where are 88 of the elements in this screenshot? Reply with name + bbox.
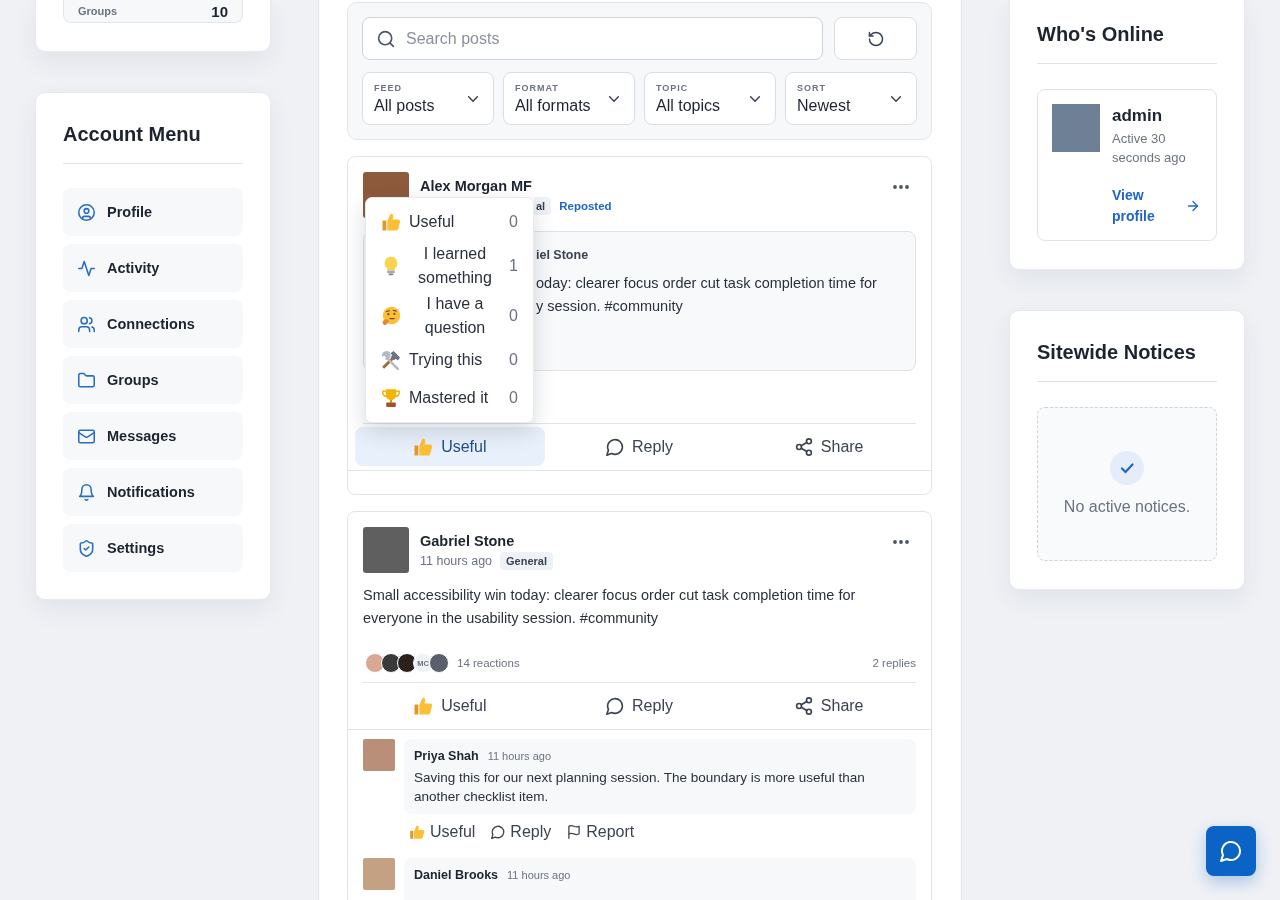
comment-text: Saving this for our next planning session. The boundary is more useful than another checklist item. [414,769,866,806]
view-profile-link[interactable]: View profile [1112,185,1202,227]
thumbs-up-icon [413,695,434,716]
menu-item[interactable]: Notifications [63,468,243,516]
user-circle-icon [78,203,95,221]
hammer-wrench-icon [381,350,401,370]
comment-author: Priya Shah [414,748,479,764]
bell-icon [78,483,95,501]
filter-dropdown[interactable]: FORMAT All formats [503,72,635,125]
stat-label: Groups [78,5,118,17]
report-button[interactable]: Report [567,820,635,844]
card-title: Sitewide Notices [1037,340,1197,364]
avatar-photo [363,858,395,890]
post-time: 11 hours ago [420,554,493,568]
empty-state-text: No active notices. [1063,497,1191,517]
avatar-photo [363,739,395,771]
thumbs-up-icon [381,212,401,232]
ellipsis-icon [893,185,909,189]
share-icon [794,696,813,715]
reactor-avatar [365,653,385,673]
share-button[interactable]: Share [734,686,924,725]
reaction-option[interactable]: Mastered it 0 [366,379,533,417]
quote-text: y session. #community [536,297,684,316]
useful-button[interactable]: Useful [409,820,476,844]
category-tag: al [534,197,552,215]
speech-bubble-icon [606,437,625,456]
quote-text: oday: clearer focus order cut task completion time for [536,274,878,293]
arrow-right-icon [1186,199,1200,213]
speech-bubble-icon [1220,840,1242,862]
filter-dropdown[interactable]: FEED All posts [362,72,494,125]
search-field[interactable]: Search posts [362,17,823,60]
author-name: Gabriel Stone [420,532,516,550]
reactor-avatar [397,653,417,673]
reactor-avatar [381,653,401,673]
share-button[interactable]: Share [734,427,924,466]
menu-item[interactable]: Connections [63,300,243,348]
repost-label: Reposted [559,200,612,212]
refresh-icon [867,30,884,47]
reply-button[interactable]: Reply [544,686,735,725]
check-icon [1110,451,1144,485]
thumbs-up-icon [409,824,425,840]
search-icon [377,29,395,48]
card-title: Account Menu [63,122,202,146]
reaction-option[interactable]: Useful 0 [366,203,533,241]
speech-bubble-icon [606,696,625,715]
shield-check-icon [78,539,95,557]
chat-button[interactable] [1206,826,1256,876]
reply-button[interactable]: Reply [544,427,735,466]
quote-author: iel Stone [536,247,590,263]
reply-button[interactable]: Reply [491,820,552,844]
filter-dropdown[interactable]: TOPIC All topics [644,72,776,125]
thinking-face-icon [381,306,401,326]
reactor-avatar [429,653,449,673]
folder-icon [78,371,95,389]
filter-dropdown[interactable]: SORT Newest [785,72,917,125]
reaction-option[interactable]: Trying this 0 [366,341,533,379]
stat-value: 10 [211,2,228,20]
useful-button[interactable]: Useful [355,427,545,466]
category-tag: General [500,552,553,570]
comment-time: 11 hours ago [487,749,552,764]
author-name: Alex Morgan MF [420,177,533,195]
pulse-line-icon [78,259,95,277]
thumbs-up-icon [413,436,434,457]
menu-item[interactable]: Messages [63,412,243,460]
useful-button[interactable]: Useful [355,686,545,725]
menu-item[interactable]: Profile [63,188,243,236]
avatar-photo [363,527,409,573]
speech-bubble-icon [491,825,506,839]
ellipsis-icon [893,540,909,544]
reaction-option[interactable]: I learned something 1 [366,241,533,291]
comment-author: Daniel Brooks [414,867,499,883]
avatar-photo [1052,104,1100,152]
menu-item[interactable]: Activity [63,244,243,292]
reaction-count: 14 reactions [457,657,520,669]
share-icon [794,437,813,456]
comment-time: 11 hours ago [507,868,571,883]
user-name: admin [1112,105,1164,127]
menu-item[interactable]: Settings [63,524,243,572]
trophy-icon [381,388,401,408]
people-icon [78,315,95,333]
post-text: Small accessibility win today: clearer focus order cut task completion time for everyone in the usability session. #community [363,586,857,628]
reply-count: 2 replies [872,657,916,669]
reaction-option[interactable]: I have a question 0 [366,291,533,341]
menu-item[interactable]: Groups [63,356,243,404]
envelope-icon [78,427,95,445]
flag-icon [567,825,582,839]
user-status: Active 30 seconds ago [1112,130,1187,167]
card-title: Who's Online [1037,22,1165,46]
